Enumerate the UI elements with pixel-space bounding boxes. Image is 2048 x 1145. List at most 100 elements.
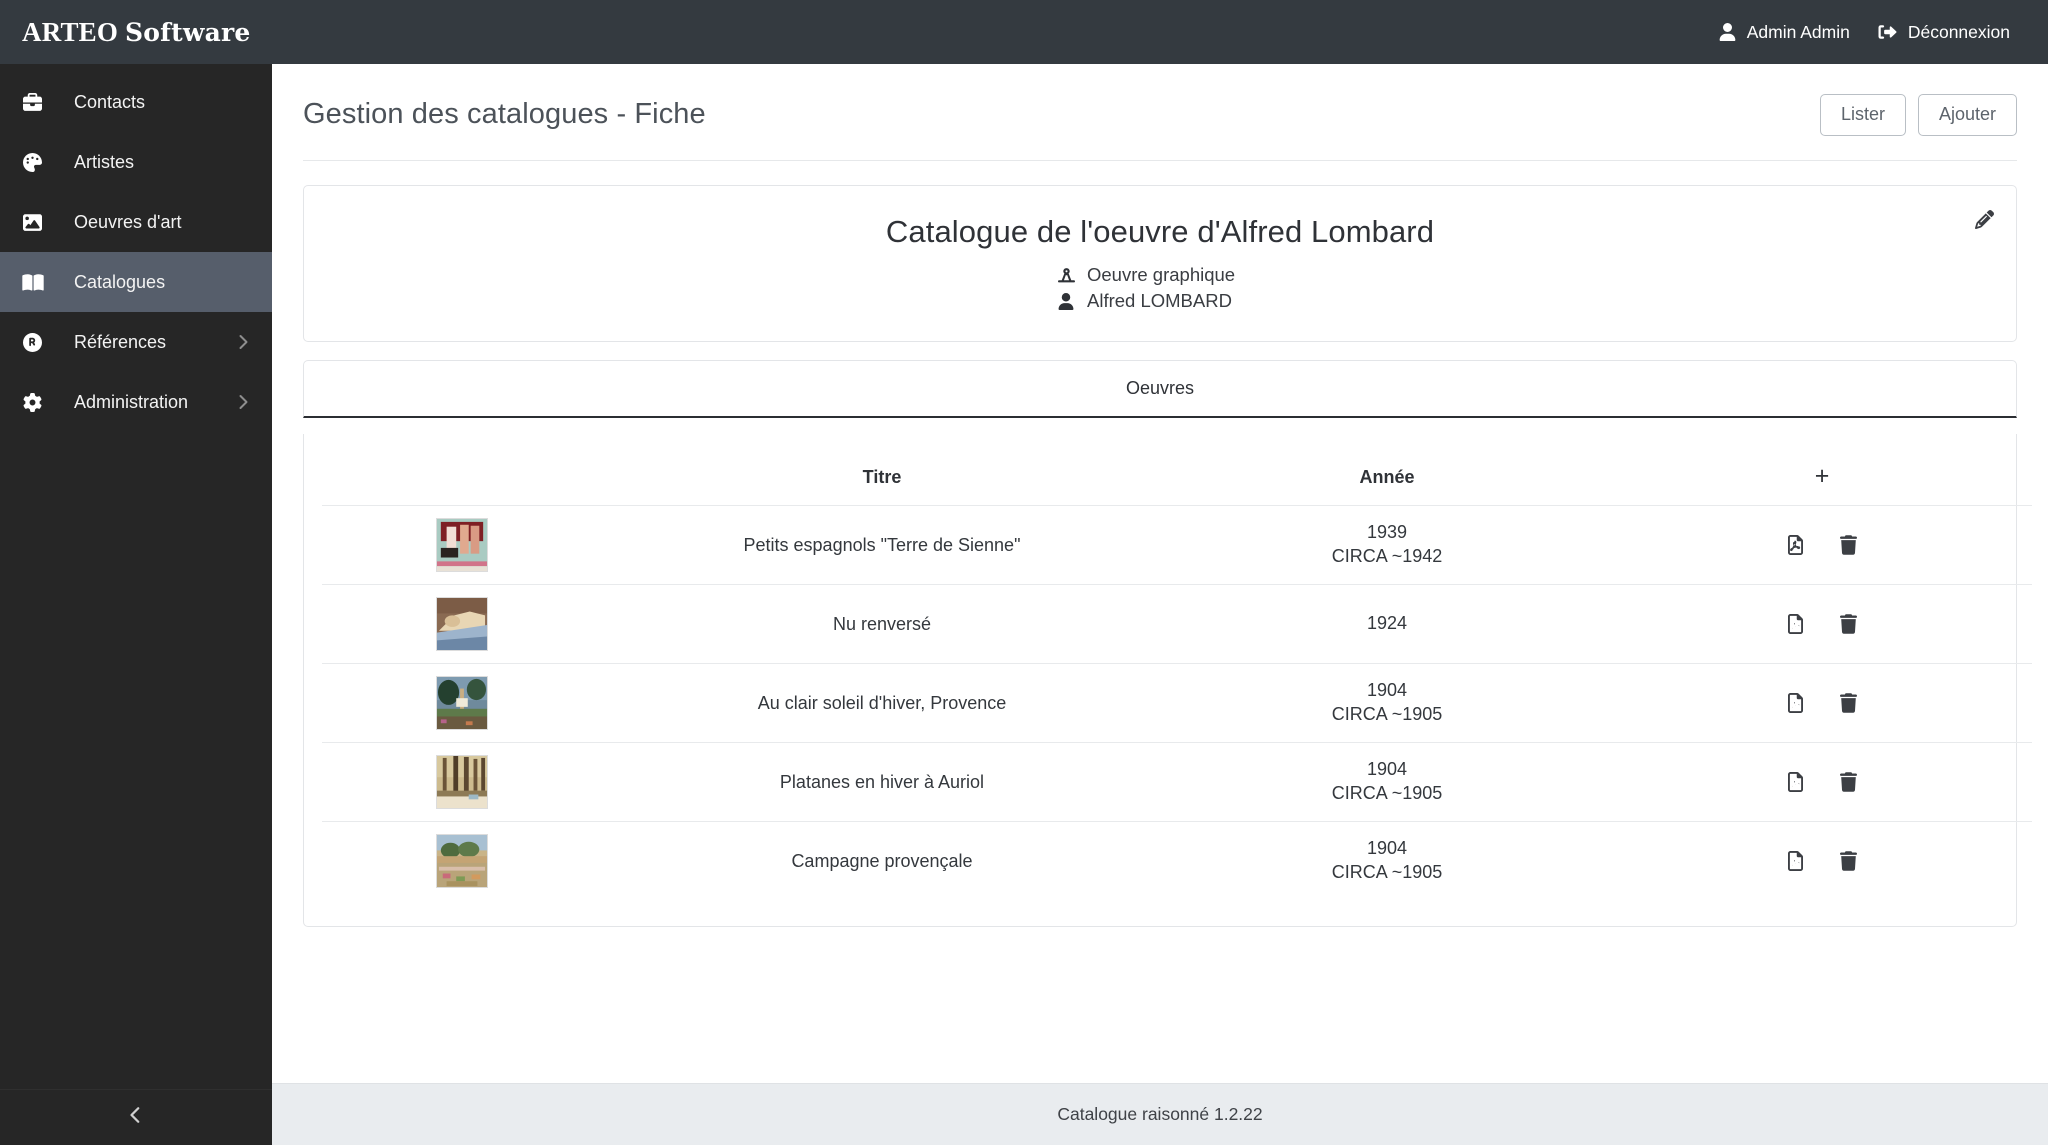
artwork-thumbnail[interactable] (436, 834, 488, 889)
trash-icon[interactable] (1840, 851, 1857, 871)
catalogue-title: Catalogue de l'oeuvre d'Alfred Lombard (885, 213, 1435, 249)
oeuvres-table: Titre Année + Petits espagnols "Terre de… (322, 448, 2032, 900)
tab-oeuvres[interactable]: Oeuvres (1100, 361, 1220, 416)
row-actions-cell (1612, 822, 2032, 901)
row-actions-cell (1612, 664, 2032, 743)
lister-button[interactable]: Lister (1819, 94, 1906, 136)
trash-icon[interactable] (1840, 535, 1857, 555)
row-titre: Platanes en hiver à Auriol (779, 771, 985, 792)
table-body: Petits espagnols "Terre de Sienne" 1939 … (322, 506, 2032, 901)
artwork-thumbnail[interactable] (436, 755, 488, 810)
catalogue-artist-label: Alfred LOMBARD (1087, 290, 1232, 312)
row-thumbnail-cell (322, 664, 602, 743)
app-brand: ARTEO Software (22, 17, 250, 48)
logout-button[interactable]: Déconnexion (1864, 22, 2024, 43)
file-pdf-icon[interactable] (1787, 693, 1804, 714)
row-titre: Au clair soleil d'hiver, Provence (757, 692, 1007, 713)
palette-icon (22, 152, 52, 172)
artwork-thumbnail[interactable] (436, 597, 488, 652)
ajouter-button[interactable]: Ajouter (1917, 94, 2017, 136)
page-title: Gestion des catalogues - Fiche (303, 98, 706, 131)
catalogue-meta: Oeuvre graphique Alfred LOMBARD (304, 262, 2016, 316)
catalogue-artist-row: Alfred LOMBARD (304, 288, 2016, 315)
chevron-left-icon (130, 1106, 142, 1129)
oeuvres-table-card: Titre Année + Petits espagnols "Terre de… (303, 434, 2032, 928)
row-annee-circa: CIRCA ~1905 (1331, 704, 1443, 725)
table-row[interactable]: Campagne provençale 1904 CIRCA ~1905 (322, 822, 2032, 901)
column-header-thumbnail (322, 448, 602, 507)
sidebar-item-artistes[interactable]: Artistes (0, 132, 272, 192)
row-annee: 1904 (1366, 759, 1408, 780)
sidebar-item-administration[interactable]: Administration (0, 372, 272, 432)
sidebar-item-contacts[interactable]: Contacts (0, 72, 272, 132)
sidebar-item-catalogues[interactable]: Catalogues (0, 252, 272, 312)
top-bar: ARTEO Software Admin Admin Déconnexion (0, 0, 2048, 64)
sidebar-item-label: Artistes (74, 151, 135, 172)
row-actions-cell (1612, 585, 2032, 664)
table-header-row: Titre Année + (322, 448, 2032, 507)
page-footer: Catalogue raisonné 1.2.22 (272, 1083, 2048, 1145)
row-annee: 1939 (1366, 522, 1408, 543)
registered-icon (22, 332, 52, 352)
sidebar: Contacts Artistes Oeuvres d'art Catalogu… (0, 64, 272, 1145)
current-user[interactable]: Admin Admin (1705, 22, 1864, 43)
row-thumbnail-cell (322, 743, 602, 822)
table-row[interactable]: Au clair soleil d'hiver, Provence 1904 C… (322, 664, 2032, 743)
row-actions-cell (1612, 743, 2032, 822)
plus-icon: + (1814, 462, 1830, 491)
row-annee-circa: CIRCA ~1905 (1331, 783, 1443, 804)
table-row[interactable]: Platanes en hiver à Auriol 1904 CIRCA ~1… (322, 743, 2032, 822)
row-thumbnail-cell (322, 506, 602, 585)
row-annee: 1904 (1366, 680, 1408, 701)
user-icon (1719, 23, 1736, 41)
file-pdf-icon[interactable] (1787, 851, 1804, 872)
sidebar-collapse-button[interactable] (0, 1089, 272, 1145)
tabs-list: Oeuvres (304, 361, 2016, 416)
briefcase-icon (22, 92, 52, 112)
brand-main: ARTEO (22, 16, 119, 47)
row-annee-cell: 1924 (1162, 585, 1612, 664)
row-annee-cell: 1904 CIRCA ~1905 (1162, 822, 1612, 901)
sidebar-item-references[interactable]: Références (0, 312, 272, 372)
pencil-icon (1975, 209, 1994, 234)
edit-catalogue-button[interactable] (1975, 209, 1994, 234)
sidebar-item-label: Références (74, 331, 167, 352)
tabs-bar: Oeuvres (303, 360, 2017, 419)
row-annee-cell: 1904 CIRCA ~1905 (1162, 664, 1612, 743)
table-row[interactable]: Nu renversé 1924 (322, 585, 2032, 664)
table-row[interactable]: Petits espagnols "Terre de Sienne" 1939 … (322, 506, 2032, 585)
top-bar-right: Admin Admin Déconnexion (1705, 22, 2024, 43)
artwork-thumbnail[interactable] (436, 518, 488, 573)
row-annee: 1924 (1366, 613, 1408, 634)
gear-icon (22, 392, 52, 412)
user-name-label: Admin Admin (1746, 21, 1850, 42)
book-icon (22, 273, 52, 292)
file-pdf-icon[interactable] (1787, 614, 1804, 635)
page-content: Gestion des catalogues - Fiche Lister Aj… (272, 64, 2048, 1083)
file-pdf-icon[interactable] (1787, 772, 1804, 793)
trash-icon[interactable] (1840, 614, 1857, 634)
row-titre: Nu renversé (832, 613, 932, 634)
trash-icon[interactable] (1840, 693, 1857, 713)
row-actions-cell (1612, 506, 2032, 585)
column-header-annee: Année (1162, 448, 1612, 507)
column-header-titre: Titre (602, 448, 1162, 507)
row-annee-cell: 1904 CIRCA ~1905 (1162, 743, 1612, 822)
sidebar-item-oeuvres-dart[interactable]: Oeuvres d'art (0, 192, 272, 252)
logout-label: Déconnexion (1907, 21, 2010, 42)
row-titre: Petits espagnols "Terre de Sienne" (743, 534, 1021, 555)
user-solid-icon (1056, 293, 1076, 311)
file-pdf-icon[interactable] (1787, 535, 1804, 556)
add-oeuvre-button[interactable]: + (1612, 448, 2032, 507)
sidebar-item-label: Catalogues (74, 271, 166, 292)
row-titre: Campagne provençale (791, 850, 973, 871)
catalogue-type-row: Oeuvre graphique (304, 262, 2016, 289)
sidebar-item-label: Oeuvres d'art (74, 211, 182, 232)
sidebar-nav: Contacts Artistes Oeuvres d'art Catalogu… (0, 64, 272, 432)
artwork-thumbnail[interactable] (436, 676, 488, 731)
row-annee: 1904 (1366, 838, 1408, 859)
chevron-right-icon (237, 394, 248, 410)
trash-icon[interactable] (1840, 772, 1857, 792)
sign-out-icon (1878, 23, 1897, 41)
